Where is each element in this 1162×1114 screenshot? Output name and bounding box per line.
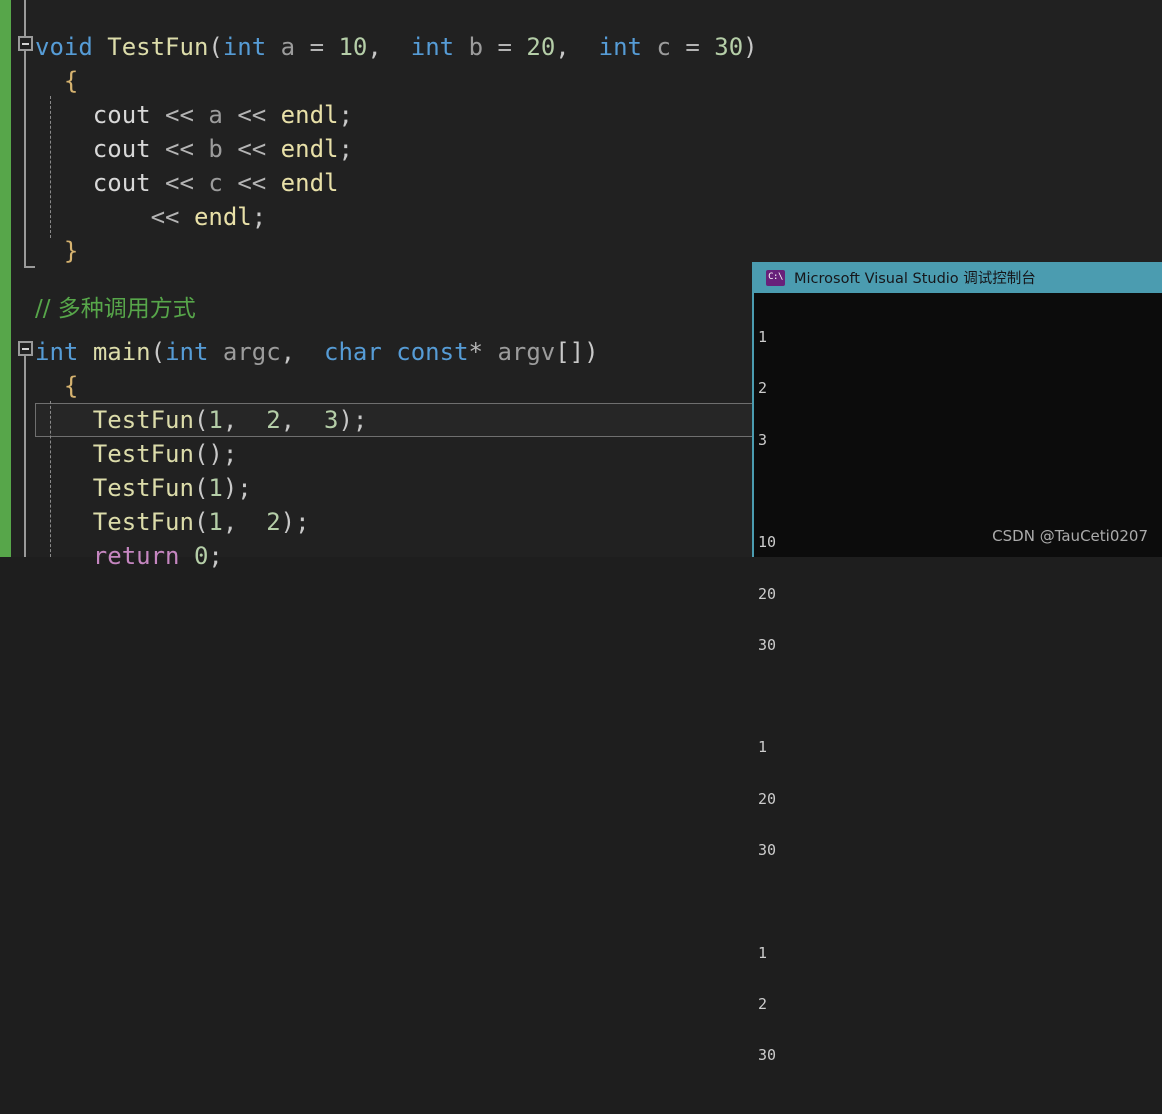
console-output-line: 20 — [758, 789, 777, 808]
console-output-line: 2 — [758, 379, 768, 398]
console-output-blank — [758, 893, 1162, 910]
console-output-blank — [758, 483, 1162, 500]
console-output-line: 20 — [758, 584, 777, 603]
code-line-main-signature[interactable]: int main(int argc, char const* argv[]) — [35, 335, 599, 369]
fold-guide-line — [24, 356, 26, 557]
console-title-bar[interactable]: C:\ Microsoft Visual Studio 调试控制台 — [754, 262, 1162, 293]
code-folding-column[interactable] — [11, 0, 35, 557]
code-line-cout-a[interactable]: cout << a << endl; — [35, 98, 353, 132]
fold-guide-line — [24, 51, 26, 266]
code-line-return[interactable]: return 0; — [35, 539, 223, 573]
code-line-open-brace[interactable]: { — [35, 64, 78, 98]
code-line-cout-endl[interactable]: << endl; — [35, 200, 267, 234]
code-line-call-1-2-3[interactable]: TestFun(1, 2, 3); — [35, 403, 368, 437]
console-output: 1 2 3 10 20 30 1 20 30 1 2 30 — [754, 293, 1162, 1064]
code-line-cout-b[interactable]: cout << b << endl; — [35, 132, 353, 166]
console-title-text: Microsoft Visual Studio 调试控制台 — [794, 271, 1036, 287]
console-icon: C:\ — [766, 269, 785, 286]
console-output-line: 1 — [758, 328, 768, 347]
console-output-line: 1 — [758, 943, 768, 962]
console-output-line: 1 — [758, 738, 768, 757]
code-line-cout-c[interactable]: cout << c << endl — [35, 166, 339, 200]
code-line-comment[interactable]: // 多种调用方式 — [35, 292, 196, 326]
code-line-main-open-brace[interactable]: { — [35, 369, 78, 403]
console-output-line: 30 — [758, 635, 777, 654]
fold-end-bracket-testfun — [24, 250, 35, 268]
console-output-line: 30 — [758, 841, 777, 859]
collapse-button-testfun[interactable] — [18, 36, 33, 51]
console-output-line: 30 — [758, 1046, 777, 1065]
console-output-blank — [758, 688, 1162, 705]
code-line-call-1[interactable]: TestFun(1); — [35, 471, 252, 505]
code-line-call-1-2[interactable]: TestFun(1, 2); — [35, 505, 310, 539]
code-line-signature[interactable]: void TestFun(int a = 10, int b = 20, int… — [35, 30, 758, 64]
console-output-line: 3 — [758, 430, 768, 449]
debug-console-window[interactable]: C:\ Microsoft Visual Studio 调试控制台 1 2 3 … — [752, 262, 1162, 1064]
change-indicator-bar — [0, 0, 11, 557]
collapse-button-main[interactable] — [18, 341, 33, 356]
console-icon-label: C:\ — [768, 272, 783, 282]
watermark: CSDN @TauCeti0207 — [992, 527, 1148, 545]
code-line-call-empty[interactable]: TestFun(); — [35, 437, 238, 471]
code-line-close-brace[interactable]: } — [35, 234, 78, 268]
fold-guide-line — [24, 0, 26, 36]
console-output-line: 2 — [758, 994, 768, 1013]
